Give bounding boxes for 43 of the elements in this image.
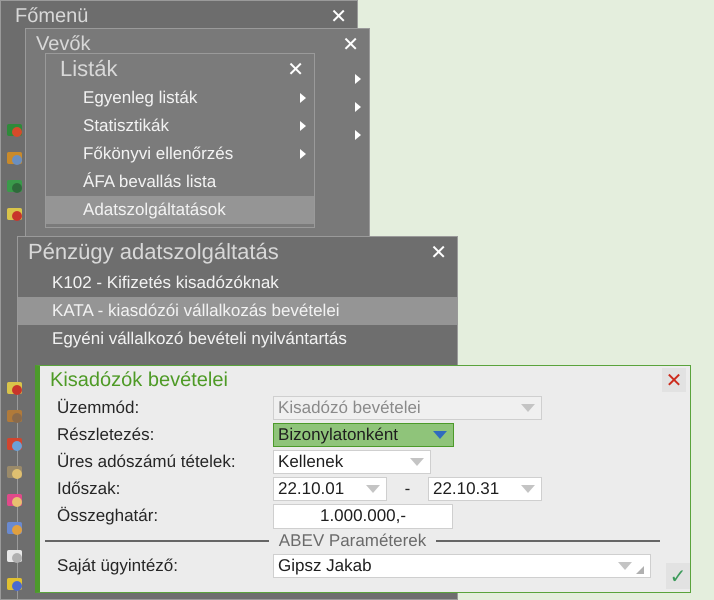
dropdown-caret-icon [521, 404, 535, 412]
window-title: Főmenü [15, 4, 88, 28]
submenu-arrow-icon [300, 149, 306, 159]
menu-item[interactable]: ÁFA bevallás lista [46, 168, 314, 196]
menu-item[interactable]: Főkönyvi ellenőrzés [46, 140, 314, 168]
field-label: Időszak: [57, 479, 122, 499]
field-label: Üzemmód: [57, 398, 140, 418]
dropdown[interactable]: Kellenek [273, 450, 431, 474]
close-button[interactable]: ✕ [328, 6, 349, 26]
dropdown[interactable]: 22.10.31 [428, 477, 542, 501]
field-label: Saját ügyintéző: [57, 556, 179, 576]
resize-grip-icon [636, 566, 644, 574]
section-title: ABEV Paraméterek [278, 531, 426, 551]
dropdown-caret-icon [433, 431, 447, 439]
dropdown[interactable]: 22.10.01 [273, 477, 387, 501]
submenu-arrow-icon [300, 93, 306, 103]
menu-item[interactable]: Egyenleg listák [46, 84, 314, 112]
close-button[interactable]: ✕ [428, 242, 449, 262]
dropdown[interactable]: Gipsz Jakab [273, 554, 651, 578]
close-button[interactable]: ✕ [340, 34, 361, 54]
dropdown-caret-icon [410, 458, 424, 466]
range-separator: - [404, 479, 412, 499]
menu-item[interactable]: Adatszolgáltatások [46, 196, 314, 224]
window-title: Pénzügy adatszolgáltatás [28, 239, 279, 265]
field-label: Összeghatár: [57, 506, 160, 526]
close-button[interactable]: ✕ [662, 368, 686, 392]
dropdown-caret-icon [521, 485, 535, 493]
confirm-button[interactable]: ✓ [666, 563, 690, 589]
menu-item[interactable]: Statisztikák [46, 112, 314, 140]
menu-item[interactable]: Egyéni vállalkozó bevételi nyilvántartás [18, 325, 457, 353]
dropdown[interactable]: Bizonylatonként [273, 423, 454, 447]
field-label: Üres adószámú tételek: [57, 452, 237, 472]
dropdown-caret-icon [618, 562, 632, 570]
submenu-arrow-icon [300, 121, 306, 131]
window-title: Vevők [36, 32, 90, 56]
menu-item[interactable]: K102 - Kifizetés kisadózóknak [18, 269, 457, 297]
amount-field[interactable]: 1.000.000,- [273, 504, 453, 528]
field-label: Részletezés: [57, 425, 156, 445]
window-title: Listák [60, 56, 118, 82]
dropdown-caret-icon [366, 485, 380, 493]
dialog-title: Kisadózók bevételei [50, 368, 228, 392]
menu-item[interactable]: KATA - kiasdózói vállalkozás bevételei [18, 297, 457, 325]
close-button[interactable]: ✕ [285, 59, 306, 79]
